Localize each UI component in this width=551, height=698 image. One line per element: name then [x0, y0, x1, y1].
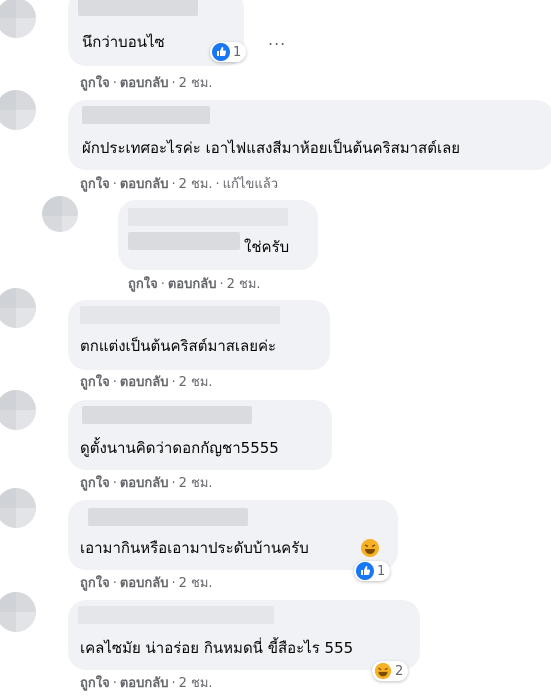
- comment-actions: ถูกใจ · ตอบกลับ · 2 ชม. · แก้ไขแล้ว: [80, 177, 278, 192]
- more-options-icon[interactable]: ...: [268, 32, 286, 48]
- like-link[interactable]: ถูกใจ: [80, 375, 110, 390]
- timestamp[interactable]: 2 ชม.: [179, 676, 213, 691]
- timestamp[interactable]: 2 ชม.: [179, 576, 213, 591]
- comment-text: ผักประเทศอะไรค่ะ เอาไฟแสงสีมาห้อยเป็นต้น…: [82, 139, 461, 157]
- commenter-avatar[interactable]: [42, 196, 78, 232]
- like-reaction-icon: [356, 562, 374, 580]
- commenter-avatar[interactable]: [0, 488, 36, 528]
- comment-bubble: ดูตั้งนานคิดว่าดอกกัญชา5555: [68, 400, 332, 470]
- like-link[interactable]: ถูกใจ: [80, 576, 110, 591]
- like-reaction-icon: [212, 43, 230, 61]
- reply-link[interactable]: ตอบกลับ: [120, 476, 169, 491]
- commenter-name-redacted[interactable]: [128, 208, 288, 226]
- commenter-name-redacted[interactable]: [78, 0, 198, 16]
- comment-actions: ถูกใจ · ตอบกลับ · 2 ชม.: [80, 76, 213, 91]
- reply-link[interactable]: ตอบกลับ: [120, 177, 169, 192]
- comment-actions: ถูกใจ · ตอบกลับ · 2 ชม.: [80, 676, 213, 691]
- commenter-name-redacted[interactable]: [82, 106, 210, 124]
- reaction-count[interactable]: 1: [210, 42, 247, 62]
- reaction-count-value: 1: [377, 563, 386, 579]
- reaction-count[interactable]: 1: [354, 561, 391, 581]
- comment-text: นึกว่าบอนไซ: [82, 33, 165, 51]
- comment-actions: ถูกใจ · ตอบกลับ · 2 ชม.: [80, 576, 213, 591]
- commenter-avatar[interactable]: [0, 390, 36, 430]
- like-link[interactable]: ถูกใจ: [80, 76, 110, 91]
- timestamp[interactable]: 2 ชม.: [179, 76, 213, 91]
- edited-label[interactable]: แก้ไขแล้ว: [223, 177, 278, 192]
- commenter-name-redacted[interactable]: [78, 606, 274, 624]
- commenter-avatar[interactable]: [0, 288, 36, 328]
- reply-link[interactable]: ตอบกลับ: [120, 375, 169, 390]
- comment-bubble: ใช่ครับ: [118, 200, 318, 270]
- comment-text: ใช่ครับ: [244, 238, 290, 256]
- commenter-name-redacted[interactable]: [88, 508, 248, 526]
- commenter-name-redacted[interactable]: [80, 306, 280, 324]
- like-link[interactable]: ถูกใจ: [80, 177, 110, 192]
- reaction-count-value: 2: [395, 663, 404, 679]
- like-link[interactable]: ถูกใจ: [80, 476, 110, 491]
- haha-reaction-icon: [374, 662, 392, 680]
- timestamp[interactable]: 2 ชม.: [227, 277, 261, 292]
- comment-bubble: เอามากินหรือเอามาประดับบ้านครับ: [68, 500, 398, 570]
- reply-link[interactable]: ตอบกลับ: [120, 676, 169, 691]
- timestamp[interactable]: 2 ชม.: [179, 177, 213, 192]
- comment-text: เอามากินหรือเอามาประดับบ้านครับ: [80, 539, 309, 557]
- comment-actions: ถูกใจ · ตอบกลับ · 2 ชม.: [80, 375, 213, 390]
- comment-bubble: ผักประเทศอะไรค่ะ เอาไฟแสงสีมาห้อยเป็นต้น…: [68, 100, 551, 170]
- laughing-emoji-icon: [361, 539, 379, 557]
- reply-link[interactable]: ตอบกลับ: [120, 576, 169, 591]
- commenter-name-redacted[interactable]: [128, 232, 240, 250]
- commenter-avatar[interactable]: [0, 0, 36, 38]
- comment-text: เคลไซมัย น่าอร่อย กินหมดนี่ ขี้สือะไร 55…: [80, 639, 354, 657]
- commenter-name-redacted[interactable]: [82, 406, 252, 424]
- reply-link[interactable]: ตอบกลับ: [120, 76, 169, 91]
- comment-actions: ถูกใจ · ตอบกลับ · 2 ชม.: [128, 277, 261, 292]
- comment-text: ดูตั้งนานคิดว่าดอกกัญชา5555: [80, 439, 279, 457]
- comment-text: ตกแต่งเป็นต้นคริสต์มาสเลยค่ะ: [80, 337, 277, 355]
- timestamp[interactable]: 2 ชม.: [179, 375, 213, 390]
- reaction-count[interactable]: 2: [372, 661, 409, 681]
- timestamp[interactable]: 2 ชม.: [179, 476, 213, 491]
- like-link[interactable]: ถูกใจ: [128, 277, 158, 292]
- comment-bubble: ตกแต่งเป็นต้นคริสต์มาสเลยค่ะ: [68, 300, 330, 370]
- like-link[interactable]: ถูกใจ: [80, 676, 110, 691]
- reply-link[interactable]: ตอบกลับ: [168, 277, 217, 292]
- commenter-avatar[interactable]: [0, 90, 36, 130]
- reaction-count-value: 1: [233, 44, 242, 60]
- comment-bubble: เคลไซมัย น่าอร่อย กินหมดนี่ ขี้สือะไร 55…: [68, 600, 420, 670]
- comment-actions: ถูกใจ · ตอบกลับ · 2 ชม.: [80, 476, 213, 491]
- commenter-avatar[interactable]: [0, 592, 36, 632]
